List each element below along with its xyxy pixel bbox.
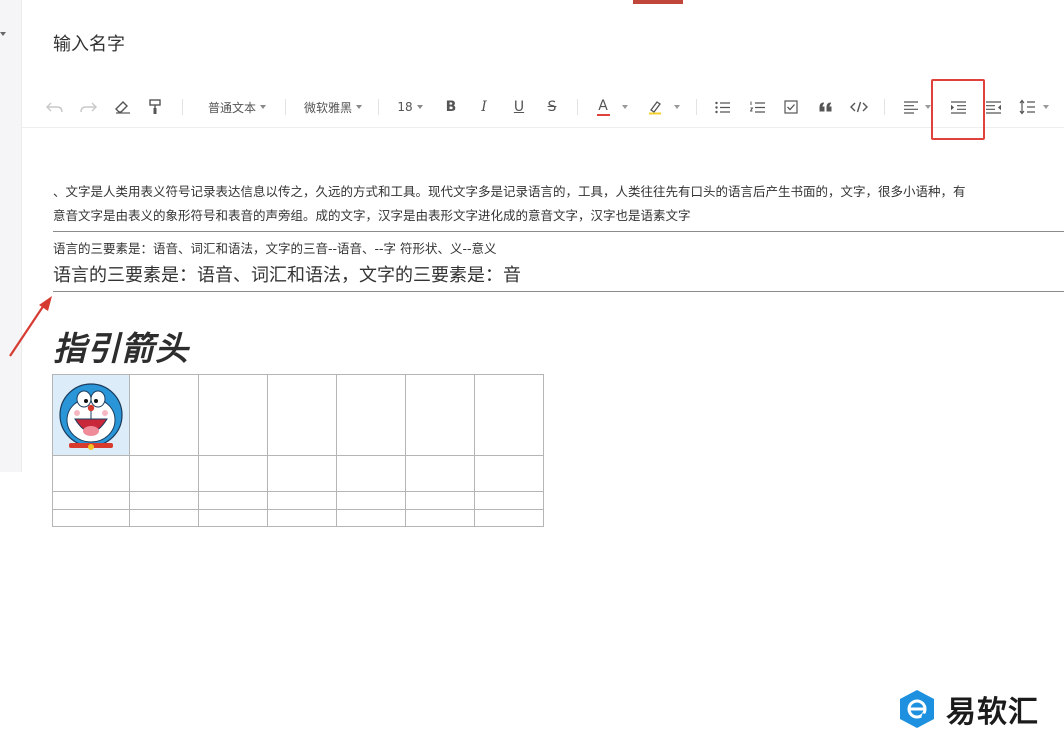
table-cell[interactable] [52,509,130,527]
chevron-down-icon [260,105,266,109]
heading-guide-arrow[interactable]: 指引箭头 [53,322,189,370]
font-color-swatch [596,113,610,116]
bold-button[interactable]: B [440,87,462,127]
paragraph-style-value: 普通文本 [207,100,256,115]
strikethrough-button[interactable]: S [541,87,563,127]
table-cell[interactable] [474,455,544,492]
font-color-button[interactable]: A [593,87,613,127]
font-size-value: 18 [397,100,413,114]
code-icon[interactable] [848,87,870,127]
font-color-letter: A [598,97,608,114]
document-title[interactable]: 输入名字 [53,30,125,56]
table-cell[interactable] [474,509,544,527]
table-cell[interactable] [267,374,337,456]
align-left-icon[interactable] [900,87,922,127]
undo-icon[interactable] [42,87,66,127]
table-cell[interactable] [267,455,337,492]
paragraph-style-select[interactable]: 普通文本 [203,87,271,127]
checklist-icon[interactable] [780,87,802,127]
table-cell[interactable] [198,491,268,510]
paragraph-1[interactable]: 、文字是人类用表义符号记录表达信息以传之，久远的方式和工具。现代文字多是记录语言… [53,180,1064,228]
toolbar-divider [577,99,578,115]
table-cell[interactable] [198,455,268,492]
clear-format-eraser-icon[interactable] [111,87,135,127]
paragraph-1-line-1: 、文字是人类用表义符号记录表达信息以传之，久远的方式和工具。现代文字多是记录语言… [53,184,966,199]
redo-icon[interactable] [76,87,100,127]
table-row [52,491,544,510]
blockquote-icon[interactable] [814,87,836,127]
paragraph-1-line-2: 意音文字是由表义的象形符号和表音的声旁组。成的文字，汉字是由表形文字进化成的意音… [53,208,691,223]
table-cell[interactable] [52,491,130,510]
table-cell-image[interactable] [52,374,130,456]
bulleted-list-icon[interactable] [711,87,733,127]
table-cell[interactable] [405,374,475,456]
chevron-down-icon[interactable] [622,105,628,109]
underline-button[interactable]: U [508,87,530,127]
horizontal-rule [53,231,1064,232]
table-row [52,509,544,527]
toolbar-divider [696,99,697,115]
table-cell[interactable] [405,491,475,510]
table-cell[interactable] [336,374,406,456]
table-row [52,455,544,492]
format-painter-icon[interactable] [143,87,167,127]
toolbar-divider [378,99,379,115]
line-height-icon[interactable] [1016,87,1038,127]
table-cell[interactable] [336,455,406,492]
chevron-down-icon [416,105,423,109]
table-cell[interactable] [198,374,268,456]
table-cell[interactable] [129,509,199,527]
watermark-text: 易软汇 [946,695,1039,730]
font-family-select[interactable]: 微软雅黑 [302,87,364,127]
indent-highlight-callout [931,79,985,140]
table-cell[interactable] [129,455,199,492]
collapse-caret-icon[interactable] [0,32,6,36]
font-size-select[interactable]: 18 [394,87,426,127]
content-table[interactable] [52,374,544,527]
paragraph-2[interactable]: 语言的三要素是：语音、词汇和语法，文字的三音--语音、--字 符形状、义--意义 [53,238,497,257]
toolbar-divider [884,99,885,115]
table-cell[interactable] [129,374,199,456]
top-accent-bar [633,0,683,4]
table-cell[interactable] [336,491,406,510]
chevron-down-icon[interactable] [1043,105,1049,109]
paragraph-3[interactable]: 语言的三要素是：语音、词汇和语法，文字的三要素是：音 [53,261,521,287]
chevron-down-icon [356,105,362,109]
chevron-down-icon[interactable] [674,105,680,109]
doraemon-image [53,375,129,451]
table-row [52,374,544,456]
italic-button[interactable]: I [473,87,495,127]
guide-arrow-icon [9,296,52,357]
table-cell[interactable] [52,455,130,492]
table-cell[interactable] [405,509,475,527]
table-cell[interactable] [405,455,475,492]
watermark-logo: 易软汇 [898,687,1039,731]
table-cell[interactable] [198,509,268,527]
table-cell[interactable] [474,491,544,510]
numbered-list-icon[interactable] [746,87,768,127]
table-cell[interactable] [129,491,199,510]
highlight-color-button[interactable] [644,87,666,127]
table-cell[interactable] [267,509,337,527]
table-cell[interactable] [267,491,337,510]
toolbar-divider [285,99,286,115]
brand-logo-icon [900,690,934,728]
editor-toolbar: 普通文本 微软雅黑 18 B I U S A [22,87,1064,128]
horizontal-rule [53,291,1064,292]
toolbar-divider [182,99,183,115]
left-side-panel [0,0,22,472]
font-family-value: 微软雅黑 [303,100,352,115]
table-cell[interactable] [474,374,544,456]
table-cell[interactable] [336,509,406,527]
